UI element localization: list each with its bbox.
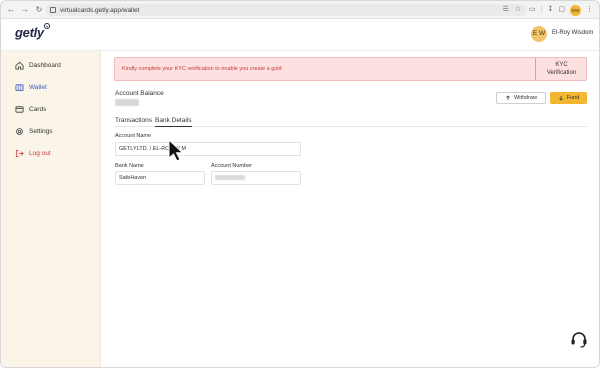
wallet-tabs: Transactions Bank Details (115, 116, 587, 127)
user-avatar[interactable]: E W (531, 26, 547, 42)
withdraw-button[interactable]: Withdraw (496, 92, 546, 104)
bookmark-star-icon[interactable]: ☆ (515, 6, 521, 14)
logo-text: getly (15, 25, 44, 40)
account-name-field[interactable]: GETLYLTD. / EL-ROY W M (115, 142, 301, 156)
sidebar-item-wallet[interactable]: Wallet (15, 83, 47, 92)
kyc-alert-banner: Kindly complete your KYC verification to… (114, 57, 587, 81)
mouse-cursor-icon (168, 139, 184, 162)
gear-icon (16, 128, 23, 135)
user-name[interactable]: El-Roy Wisdom (552, 30, 593, 36)
sidebar: Dashboard Wallet Cards Settings Log out (1, 51, 101, 367)
back-icon[interactable]: ← (6, 5, 16, 15)
address-bar[interactable]: virtualcards.getly.app/wallet ☰ ☆ (45, 4, 527, 16)
bank-name-field[interactable]: SafeHaven (115, 171, 205, 185)
alert-message: Kindly complete your KYC verification to… (122, 66, 282, 72)
account-balance-label: Account Balance (115, 90, 164, 97)
download-icon[interactable]: ↧ (547, 4, 553, 16)
reload-icon[interactable]: ↻ (34, 5, 44, 15)
site-info-icon[interactable] (50, 7, 56, 13)
sidebar-item-label: Cards (29, 106, 47, 113)
sidebar-item-label: Wallet (29, 84, 47, 91)
sidepanel-icon[interactable]: ▢ (558, 4, 565, 16)
sidebar-item-label: Settings (29, 128, 53, 135)
divider: | (540, 6, 543, 13)
sidebar-item-label: Dashboard (29, 62, 61, 69)
tab-transactions[interactable]: Transactions (115, 117, 152, 124)
sidebar-item-dashboard[interactable]: Dashboard (15, 61, 61, 70)
kyc-button-label-1: KYC (555, 62, 568, 68)
withdraw-icon (506, 95, 510, 100)
address-url[interactable]: virtualcards.getly.app/wallet (60, 7, 139, 14)
account-number-field[interactable] (211, 171, 301, 185)
logout-icon (15, 149, 24, 158)
fund-button[interactable]: Fund (550, 92, 587, 104)
sidebar-item-cards[interactable]: Cards (15, 105, 46, 114)
sidebar-item-logout[interactable]: Log out (15, 149, 51, 158)
fund-label: Fund (566, 95, 580, 101)
browser-toolbar: ← → ↻ virtualcards.getly.app/wallet ☰ ☆ … (1, 1, 599, 19)
tab-bank-details[interactable]: Bank Details (155, 117, 192, 127)
withdraw-label: Withdraw (514, 95, 537, 101)
kyc-verification-button[interactable]: KYC Verification (535, 58, 587, 80)
account-number-value (215, 175, 245, 181)
getly-logo[interactable]: getly + (15, 23, 50, 40)
forward-icon[interactable]: → (20, 5, 30, 15)
browser-menu-icon[interactable]: ⋮ (586, 4, 593, 16)
main-content: Kindly complete your KYC verification to… (101, 51, 599, 367)
card-icon (15, 106, 24, 113)
home-icon (15, 61, 24, 70)
sidebar-item-label: Log out (29, 150, 51, 157)
browser-window: ← → ↻ virtualcards.getly.app/wallet ☰ ☆ … (0, 0, 600, 368)
wallet-icon (15, 84, 24, 92)
kyc-button-label-2: Verification (546, 70, 577, 76)
logo-mark-icon: + (43, 23, 50, 29)
bank-name-label: Bank Name (115, 163, 144, 169)
app-header: getly + E W El-Roy Wisdom (1, 19, 599, 51)
fund-icon (558, 96, 563, 101)
support-headset-icon[interactable] (570, 331, 588, 349)
browser-profile-avatar[interactable]: EW (569, 4, 581, 16)
account-balance-value (115, 99, 139, 106)
sidebar-item-settings[interactable]: Settings (15, 127, 53, 136)
translate-icon[interactable]: ☰ (502, 6, 508, 14)
account-number-label: Account Number (211, 163, 252, 169)
extensions-icon[interactable]: ▭ (529, 4, 536, 16)
account-name-label: Account Name (115, 133, 152, 139)
